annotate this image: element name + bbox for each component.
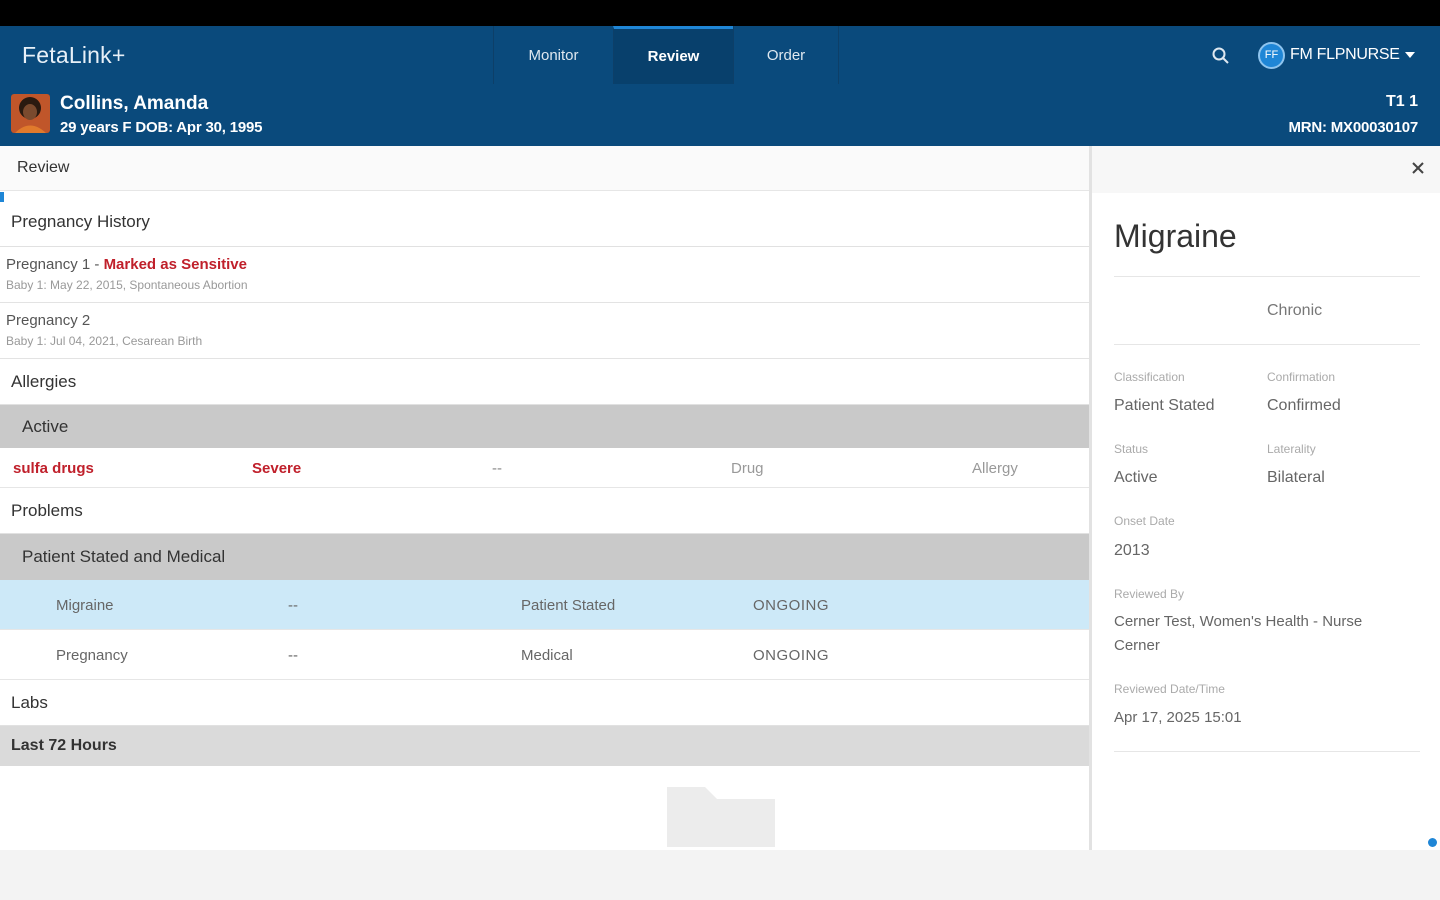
status-label: Status: [1114, 442, 1149, 456]
app-brand: FetaLink+: [22, 42, 126, 68]
patient-photo: [11, 94, 50, 133]
confirmation-label: Confirmation: [1267, 370, 1336, 384]
search-icon[interactable]: [1211, 46, 1231, 66]
patient-mrn: MRN: MX00030107: [1288, 119, 1418, 136]
laterality-value: Bilateral: [1267, 469, 1325, 486]
pregnancy-item[interactable]: Pregnancy 2 Baby 1: Jul 04, 2021, Cesare…: [0, 303, 1089, 359]
main-nav: Monitor Review Order: [493, 26, 839, 84]
section-pregnancy-history: Pregnancy History: [0, 191, 1089, 247]
allergy-name: sulfa drugs: [13, 460, 94, 477]
app-header: FetaLink+ Monitor Review Order FF FM FLP…: [0, 26, 1440, 146]
reviewed-by-value: Cerner Test, Women's Health - Nurse: [1114, 613, 1363, 630]
group-header-active: Active: [0, 405, 1089, 448]
pregnancy-outcome: Baby 1: Jul 04, 2021, Cesarean Birth: [6, 334, 203, 348]
reviewed-by-label: Reviewed By: [1114, 587, 1185, 601]
close-icon[interactable]: [1410, 160, 1426, 176]
classification-value: Patient Stated: [1114, 397, 1215, 414]
divider: [1114, 751, 1420, 752]
system-status-bar: [0, 0, 1440, 26]
problem-detail-panel: Migraine Chronic Classification Patient …: [1089, 146, 1440, 850]
pregnancy-title: Pregnancy 1 - Marked as Sensitive: [6, 256, 1089, 273]
section-labs: Labs: [0, 680, 1089, 726]
user-menu[interactable]: FF FM FLPNURSE: [1258, 41, 1415, 69]
onset-date-value: 2013: [1114, 542, 1150, 559]
allergy-severity: Severe: [252, 460, 302, 477]
allergy-reaction: --: [492, 460, 502, 477]
patient-room: T1 1: [1385, 93, 1418, 110]
tab-monitor[interactable]: Monitor: [493, 26, 613, 84]
user-name: FM FLPNURSE: [1290, 46, 1400, 63]
confirmation-value: Confirmed: [1267, 397, 1341, 414]
group-header-last-72-hours: Last 72 Hours: [0, 726, 1089, 766]
reviewed-datetime-value: Apr 17, 2025 15:01: [1114, 709, 1242, 726]
reviewed-datetime-label: Reviewed Date/Time: [1114, 682, 1225, 696]
patient-name: Collins, Amanda: [60, 93, 209, 114]
pregnancy-title: Pregnancy 2: [6, 312, 91, 329]
tab-order[interactable]: Order: [733, 26, 839, 84]
problem-row[interactable]: Pregnancy -- Medical ONGOING: [0, 630, 1089, 680]
pregnancy-outcome: Baby 1: May 22, 2015, Spontaneous Aborti…: [6, 278, 248, 292]
tab-review[interactable]: Review: [613, 26, 733, 84]
classification-label: Classification: [1114, 370, 1185, 384]
reviewed-by-value-org: Cerner: [1114, 637, 1160, 654]
laterality-label: Laterality: [1267, 442, 1316, 456]
problem-classification: Patient Stated: [521, 597, 616, 614]
group-header-patient-stated-medical: Patient Stated and Medical: [0, 534, 1089, 580]
allergy-row[interactable]: sulfa drugs Severe -- Drug Allergy: [0, 448, 1089, 488]
problem-status: ONGOING: [753, 597, 830, 614]
allergy-type: Drug: [731, 460, 764, 477]
divider: [1114, 344, 1420, 345]
pregnancy-item[interactable]: Pregnancy 1 - Marked as Sensitive Baby 1…: [0, 247, 1089, 303]
patient-demographics: 29 years F DOB: Apr 30, 1995: [60, 119, 263, 136]
empty-folder-icon: [667, 787, 775, 847]
avatar: FF: [1258, 41, 1285, 69]
chevron-down-icon: [1404, 52, 1415, 58]
onset-date-label: Onset Date: [1114, 514, 1175, 528]
loading-indicator: [0, 192, 4, 202]
section-problems: Problems: [0, 488, 1089, 534]
pregnancy-label: Pregnancy 1 -: [6, 256, 104, 273]
detail-title: Migraine: [1114, 218, 1237, 254]
sensitive-flag: Marked as Sensitive: [103, 256, 247, 273]
problem-row[interactable]: Migraine -- Patient Stated ONGOING: [0, 580, 1089, 630]
page-title: Review: [0, 146, 1089, 191]
problem-detail: --: [288, 597, 298, 614]
chronicity: Chronic: [1267, 302, 1323, 319]
section-allergies: Allergies: [0, 359, 1089, 405]
problem-detail: --: [288, 647, 298, 664]
problem-classification: Medical: [521, 647, 573, 664]
scroll-indicator: [1428, 838, 1437, 847]
problem-name: Pregnancy: [56, 647, 128, 664]
review-panel: Review Pregnancy History Pregnancy 1 - M…: [0, 146, 1089, 850]
bottom-bar: [0, 850, 1440, 900]
problem-name: Migraine: [56, 597, 114, 614]
problem-status: ONGOING: [753, 647, 830, 664]
detail-header: [1092, 146, 1440, 193]
divider: [1114, 276, 1420, 277]
status-value: Active: [1114, 469, 1158, 486]
allergy-category: Allergy: [972, 460, 1018, 477]
